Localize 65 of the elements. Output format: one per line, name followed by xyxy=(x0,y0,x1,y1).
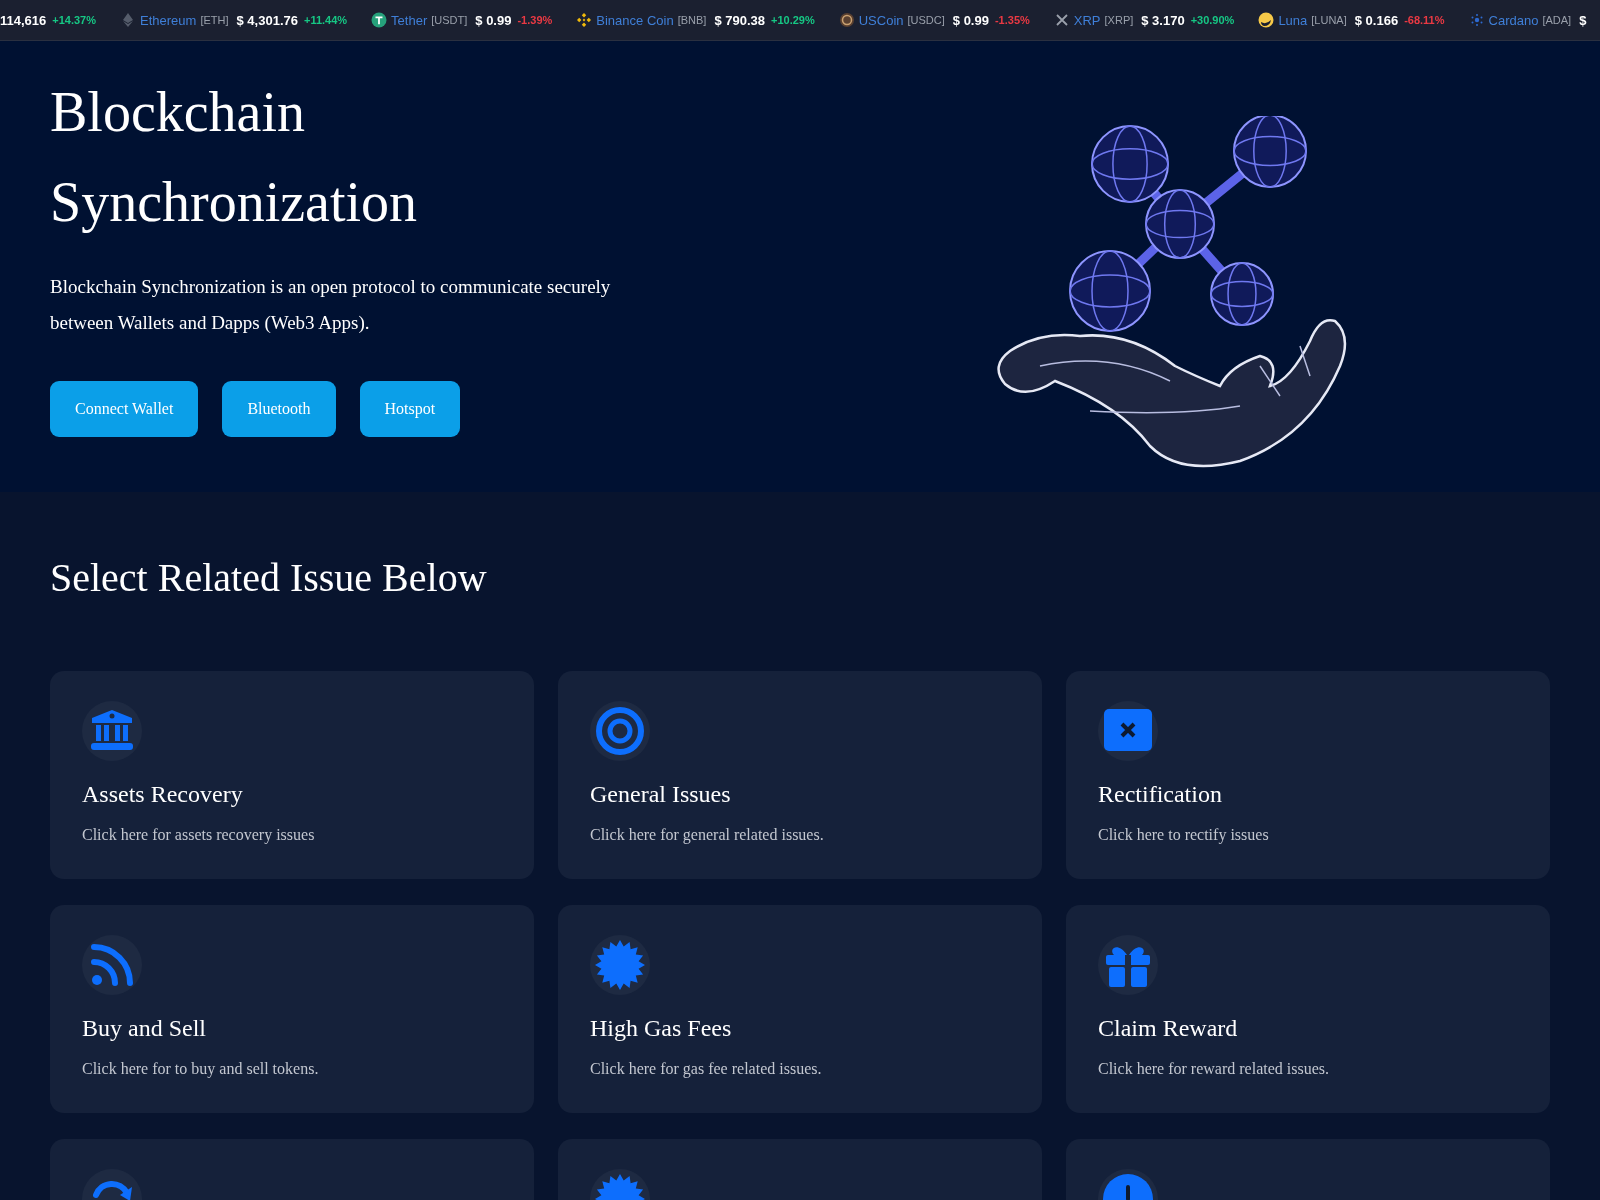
price-change: +11.44% xyxy=(303,14,348,26)
badge-icon xyxy=(590,935,650,995)
price-change: -1.35% xyxy=(994,14,1030,26)
coin-price: $ xyxy=(1579,12,1587,28)
coin-icon xyxy=(838,12,855,28)
card-description: Click here for assets recovery issues xyxy=(82,826,316,844)
coin-name[interactable]: Tether xyxy=(391,12,428,28)
bank-icon xyxy=(82,701,142,761)
close-icon xyxy=(1098,701,1158,761)
issue-card[interactable]: General Issues Click here for general related issues. xyxy=(558,671,1042,879)
card-description: Click here for general related issues. xyxy=(590,826,825,844)
price-change: +10.29% xyxy=(771,14,815,26)
hero-description: Blockchain Synchronization is an open protocol to communicate securely between Wallets and Dapps (Web3 Apps). xyxy=(50,275,612,335)
card-description: Click here for to buy and sell tokens. xyxy=(82,1060,320,1078)
action-button[interactable]: Bluetooth xyxy=(222,381,336,437)
action-button[interactable]: Hotspot xyxy=(359,381,461,437)
coin-price: $ 0.99 xyxy=(475,12,512,28)
card-description: Click here to rectify issues xyxy=(1098,826,1270,844)
coin-price: 114,616 xyxy=(0,12,47,28)
coin-price: $ 0.166 xyxy=(1354,12,1399,28)
diamond-icon xyxy=(576,12,593,28)
gift-icon xyxy=(1098,935,1158,995)
hero-title: Blockchain xyxy=(50,80,307,145)
issue-card[interactable]: High Gas Fees Click here for gas fee related issues. xyxy=(558,905,1042,1113)
coin-icon xyxy=(371,12,388,28)
card-description: Click here for gas fee related issues. xyxy=(590,1060,823,1078)
coin-name[interactable]: XRP xyxy=(1073,12,1101,28)
price-change: -68.11% xyxy=(1404,14,1445,26)
price-change: +14.37% xyxy=(52,14,96,26)
coin-name[interactable]: Luna xyxy=(1278,12,1308,28)
coin-name[interactable]: Ethereum xyxy=(140,12,197,28)
coin-price: $ 790.38 xyxy=(714,12,765,28)
card-title: Assets Recovery xyxy=(82,781,244,808)
card-title: Rectification xyxy=(1098,781,1223,808)
section-heading: Select Related Issue Below xyxy=(50,554,488,602)
issue-card[interactable]: Rectification Click here to rectify issues xyxy=(1066,671,1550,879)
diamond-icon xyxy=(120,12,136,28)
issue-card[interactable]: Buy and Sell Click here for to buy and sell tokens. xyxy=(50,905,534,1113)
card-title: Claim Reward xyxy=(1098,1015,1239,1042)
coin-price: $ 4,301.76 xyxy=(236,12,298,28)
issue-card[interactable]: Assets Recovery Click here for assets recovery issues xyxy=(50,671,534,879)
coin-symbol: [BNB] xyxy=(677,14,707,26)
coin-name[interactable]: Cardano xyxy=(1488,12,1539,28)
coin-symbol: [USDC] xyxy=(907,14,945,26)
coin-symbol: [ADA] xyxy=(1542,14,1572,26)
hero-title: Synchronization xyxy=(50,170,419,235)
card-title: High Gas Fees xyxy=(590,1015,733,1042)
rss-icon xyxy=(82,935,142,995)
card-title: General Issues xyxy=(590,781,732,808)
action-button[interactable]: Connect Wallet xyxy=(50,381,199,437)
card-description: Click here for reward related issues. xyxy=(1098,1060,1330,1078)
target-icon xyxy=(590,701,650,761)
x-icon xyxy=(1053,12,1070,28)
coin-name[interactable]: Binance Coin xyxy=(596,12,674,28)
price-change: -1.39% xyxy=(517,14,553,26)
coin-symbol: [XRP] xyxy=(1104,14,1134,26)
price-change: +30.90% xyxy=(1190,14,1235,26)
coin-symbol: [ETH] xyxy=(200,14,229,26)
coin-price: $ 0.99 xyxy=(952,12,989,28)
issue-card[interactable]: Claim Reward Click here for reward related issues. xyxy=(1066,905,1550,1113)
coin-symbol: [USDT] xyxy=(431,14,468,26)
coin-name[interactable]: USCoin xyxy=(858,12,904,28)
card-title: Buy and Sell xyxy=(82,1015,207,1042)
coin-symbol: [LUNA] xyxy=(1311,14,1347,26)
coin-price: $ 3.170 xyxy=(1141,12,1185,28)
